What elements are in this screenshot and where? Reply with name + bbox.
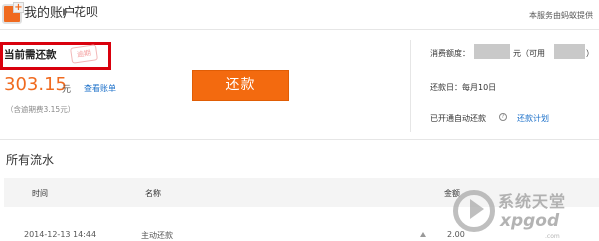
breadcrumb-current: 花呗 bbox=[74, 5, 99, 19]
breadcrumb-arrow-icon bbox=[63, 8, 68, 16]
credit-quota-unit: 元（可用 bbox=[513, 49, 545, 58]
help-icon[interactable]: ? bbox=[499, 113, 507, 121]
app-logo-icon[interactable]: + bbox=[2, 2, 24, 24]
expand-triangle-icon[interactable] bbox=[420, 232, 426, 237]
table-row-name: 主动还款 bbox=[141, 231, 173, 240]
watermark-sub: xpgod bbox=[500, 211, 560, 231]
section-divider bbox=[0, 139, 599, 140]
available-quota-redacted bbox=[554, 44, 585, 59]
table-row-amount: 2.00 bbox=[447, 230, 465, 239]
repay-button[interactable]: 还款 bbox=[192, 70, 289, 101]
due-label: 当前需还款 bbox=[4, 49, 57, 61]
watermark-title: 系统天堂 bbox=[498, 192, 567, 211]
column-header-time: 时间 bbox=[32, 189, 48, 198]
credit-quota-label: 消费额度： bbox=[430, 49, 470, 58]
credit-quota-close: ） bbox=[586, 49, 594, 58]
due-amount: 303.15 bbox=[4, 74, 67, 95]
flows-title: 所有流水 bbox=[6, 153, 55, 167]
credit-quota-redacted bbox=[474, 44, 510, 59]
header-divider bbox=[0, 29, 599, 30]
watermark-small: .com bbox=[545, 233, 560, 240]
auto-repay-status: 已开通自动还款 bbox=[430, 114, 486, 123]
due-amount-unit: 元 bbox=[62, 85, 72, 95]
view-bill-link[interactable]: 查看账单 bbox=[84, 83, 116, 94]
vertical-divider bbox=[410, 40, 411, 132]
table-row-time: 2014-12-13 14:44 bbox=[24, 230, 97, 239]
breadcrumb-account[interactable]: 我的账户 bbox=[24, 2, 76, 21]
column-header-name: 名称 bbox=[145, 189, 161, 198]
plus-icon: + bbox=[13, 2, 24, 13]
provider-note: 本服务由蚂蚁提供 bbox=[529, 11, 593, 20]
overdue-fee-note: （含逾期费3.15元） bbox=[6, 105, 76, 114]
watermark-play-icon bbox=[453, 190, 495, 232]
repay-day: 还款日：每月10日 bbox=[430, 83, 497, 92]
repay-plan-link[interactable]: 还款计划 bbox=[517, 113, 549, 124]
